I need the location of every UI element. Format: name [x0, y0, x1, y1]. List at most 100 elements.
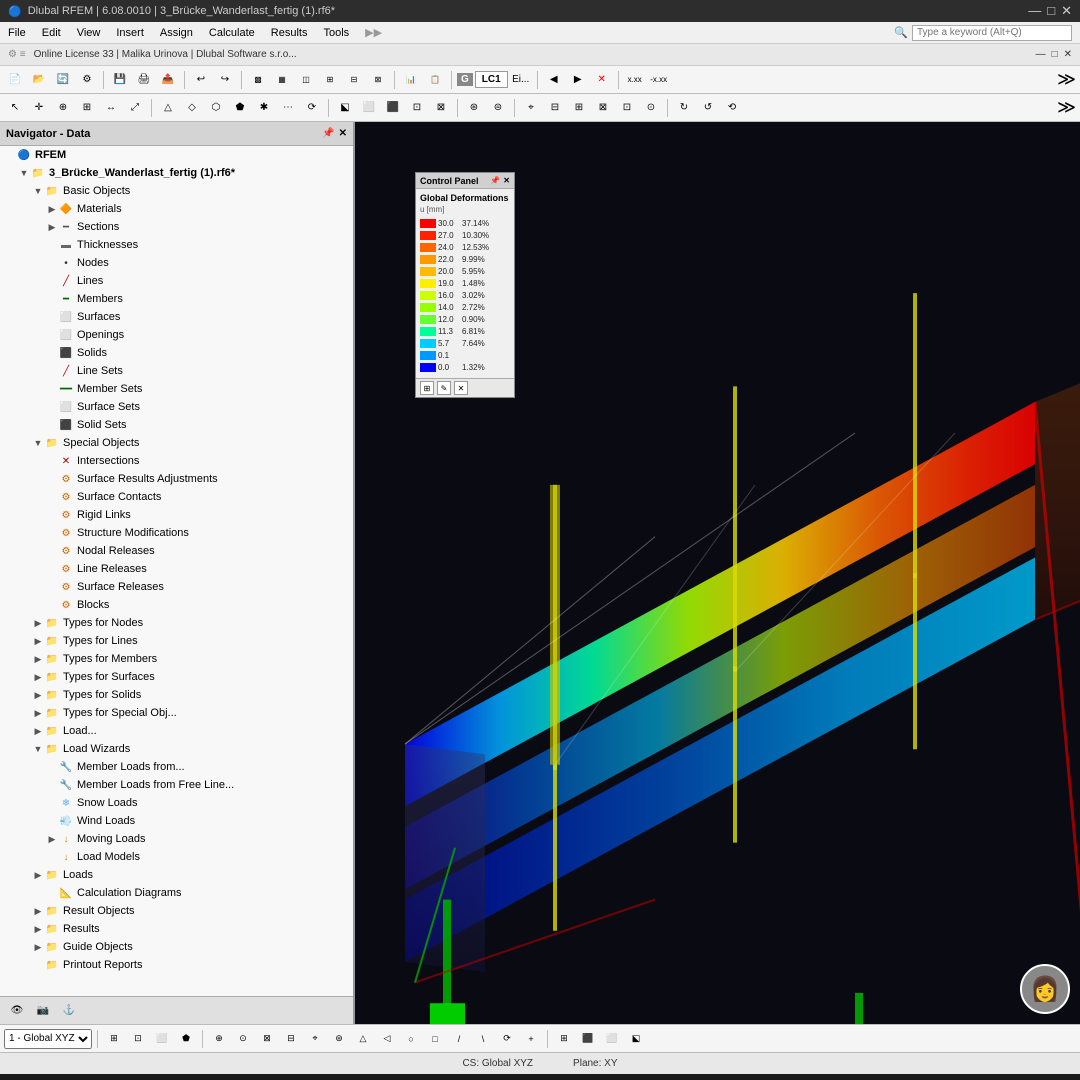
cp-icon-2[interactable]: ✎ [437, 381, 451, 395]
menu-assign[interactable]: Assign [152, 25, 201, 41]
tb2-t1[interactable]: △ [157, 97, 179, 119]
tree-item-results[interactable]: ▶📁Results [0, 920, 353, 938]
tree-item-surfrel[interactable]: ⚙Surface Releases [0, 578, 353, 596]
tree-item-members[interactable]: ━Members [0, 290, 353, 308]
tb2-arrow[interactable]: ↖ [4, 97, 26, 119]
tb-settings[interactable]: ⚙ [76, 69, 98, 91]
tb-g-btn[interactable]: G [457, 73, 473, 86]
tree-arrow-typesnodes[interactable]: ▶ [32, 617, 44, 629]
bt-grid[interactable]: ⊞ [553, 1028, 575, 1050]
tree-arrow-typesmembers[interactable]: ▶ [32, 653, 44, 665]
bt-view-wire[interactable]: ⬜ [601, 1028, 623, 1050]
tb-stop-red[interactable]: ✕ [591, 69, 613, 91]
tb2-w5[interactable]: ⊡ [616, 97, 638, 119]
tree-arrow-movingloads[interactable]: ▶ [46, 833, 58, 845]
tree-item-surfaces[interactable]: ⬜Surfaces [0, 308, 353, 326]
tree-arrow-guideobj[interactable]: ▶ [32, 941, 44, 953]
tb-x1[interactable]: x.xx [624, 69, 646, 91]
tree-item-thicknesses[interactable]: ▬Thicknesses [0, 236, 353, 254]
tb2-t3[interactable]: ⬡ [205, 97, 227, 119]
bt-snap5[interactable]: ⌖ [304, 1028, 326, 1050]
tb-graph[interactable]: 📊 [400, 69, 422, 91]
menu-insert[interactable]: Insert [108, 25, 152, 41]
cp-icon-3[interactable]: ✕ [454, 381, 468, 395]
tree-item-linerel[interactable]: ⚙Line Releases [0, 560, 353, 578]
maximize-button[interactable]: □ [1047, 3, 1055, 19]
nav-close-icon[interactable]: ✕ [339, 128, 347, 139]
tb-undo[interactable]: ↩ [190, 69, 212, 91]
bt-snap14[interactable]: + [520, 1028, 542, 1050]
tb-b6[interactable]: ⊠ [367, 69, 389, 91]
tb-expand[interactable]: ≫ [1057, 69, 1076, 90]
tree-item-snowloads[interactable]: ❄Snow Loads [0, 794, 353, 812]
bt-snap13[interactable]: ⟳ [496, 1028, 518, 1050]
tree-item-membloadsfree[interactable]: 🔧Member Loads from Free Line... [0, 776, 353, 794]
tree-item-nodalrel[interactable]: ⚙Nodal Releases [0, 542, 353, 560]
tb2-view4[interactable]: ⊡ [406, 97, 428, 119]
tb-export[interactable]: 📤 [157, 69, 179, 91]
tb-b2[interactable]: ▦ [271, 69, 293, 91]
tb2-v1[interactable]: ⊛ [463, 97, 485, 119]
tree-item-lines[interactable]: ╱Lines [0, 272, 353, 290]
tb2-r2[interactable]: ↺ [697, 97, 719, 119]
tree-arrow-loads_group[interactable]: ▶ [32, 725, 44, 737]
tree-item-calcdiagrams[interactable]: 📐Calculation Diagrams [0, 884, 353, 902]
tree-item-rfem[interactable]: 🔵RFEM [0, 146, 353, 164]
tree-item-specialobj[interactable]: ▼📁Special Objects [0, 434, 353, 452]
tree-item-surfacesets[interactable]: ⬜Surface Sets [0, 398, 353, 416]
nav-anchor-btn[interactable]: ⚓ [58, 1000, 80, 1022]
search-input[interactable] [912, 25, 1072, 41]
tb-x2[interactable]: -x.xx [648, 69, 670, 91]
menu-results[interactable]: Results [263, 25, 316, 41]
tree-arrow-typessurfaces[interactable]: ▶ [32, 671, 44, 683]
tb2-tool4[interactable]: ⊞ [76, 97, 98, 119]
bt-snap9[interactable]: ○ [400, 1028, 422, 1050]
bt-view-shaded[interactable]: ⬕ [625, 1028, 647, 1050]
tree-item-windloads[interactable]: 💨Wind Loads [0, 812, 353, 830]
tree-item-intersections[interactable]: ✕Intersections [0, 452, 353, 470]
menu-edit[interactable]: Edit [34, 25, 69, 41]
tb2-view1[interactable]: ⬕ [334, 97, 356, 119]
tb2-view2[interactable]: ⬜ [358, 97, 380, 119]
tree-arrow-typessolids[interactable]: ▶ [32, 689, 44, 701]
tb2-w6[interactable]: ⊙ [640, 97, 662, 119]
tree-item-typessolids[interactable]: ▶📁Types for Solids [0, 686, 353, 704]
cp-close-icon[interactable]: ✕ [503, 176, 510, 185]
tb2-r3[interactable]: ⟲ [721, 97, 743, 119]
tb2-tool3[interactable]: ⊕ [52, 97, 74, 119]
tb-play[interactable]: ▶ [567, 69, 589, 91]
tree-item-membloadsfreef[interactable]: 🔧Member Loads from... [0, 758, 353, 776]
bt-snap2[interactable]: ⊙ [232, 1028, 254, 1050]
bt-snap3[interactable]: ⊠ [256, 1028, 278, 1050]
bt-btn1[interactable]: ⊞ [103, 1028, 125, 1050]
tree-item-printout[interactable]: 📁Printout Reports [0, 956, 353, 974]
menu-file[interactable]: File [0, 25, 34, 41]
tree-item-solids[interactable]: ⬛Solids [0, 344, 353, 362]
tb2-r1[interactable]: ↻ [673, 97, 695, 119]
tree-item-guideobj[interactable]: ▶📁Guide Objects [0, 938, 353, 956]
cp-pin-icon[interactable]: 📌 [490, 176, 500, 185]
close-button[interactable]: ✕ [1061, 3, 1072, 19]
tree-item-nodes[interactable]: •Nodes [0, 254, 353, 272]
tree-arrow-resultobj[interactable]: ▶ [32, 905, 44, 917]
cp-icon-1[interactable]: ⊞ [420, 381, 434, 395]
tb-ei[interactable]: Ei... [510, 69, 532, 91]
tree-arrow-typesspecial[interactable]: ▶ [32, 707, 44, 719]
tree-item-typesspecial[interactable]: ▶📁Types for Special Obj... [0, 704, 353, 722]
menu-view[interactable]: View [69, 25, 109, 41]
tree-arrow-typeslines[interactable]: ▶ [32, 635, 44, 647]
tree-arrow-basic[interactable]: ▼ [32, 185, 44, 197]
tree-arrow-sections[interactable]: ▶ [46, 221, 58, 233]
tb-new[interactable]: 📄 [4, 69, 26, 91]
bt-snap4[interactable]: ⊟ [280, 1028, 302, 1050]
tb2-w1[interactable]: ⌖ [520, 97, 542, 119]
menu-tools[interactable]: Tools [315, 25, 357, 41]
tb-b1[interactable]: ▩ [247, 69, 269, 91]
tree-item-movingloads[interactable]: ▶↓Moving Loads [0, 830, 353, 848]
tb-refresh[interactable]: 🔄 [52, 69, 74, 91]
tb2-t7[interactable]: ⟳ [301, 97, 323, 119]
bt-snap11[interactable]: / [448, 1028, 470, 1050]
user-avatar[interactable]: 👩 [1020, 964, 1070, 1014]
tree-item-openings[interactable]: ⬜Openings [0, 326, 353, 344]
tree-arrow-specialobj[interactable]: ▼ [32, 437, 44, 449]
